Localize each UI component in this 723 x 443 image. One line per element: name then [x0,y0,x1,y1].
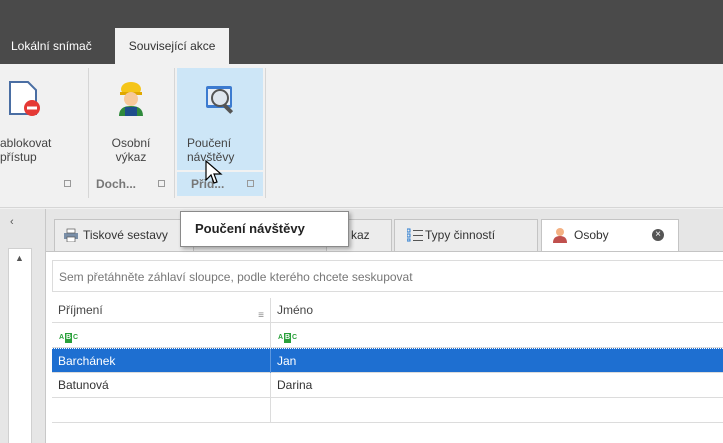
tab-tiskove-sestavy[interactable]: Tiskové sestavy [54,219,194,251]
tab-osoby[interactable]: Osoby × [541,219,679,251]
filter-row: ABC ABC [52,323,723,348]
table-row[interactable] [52,398,723,423]
person-icon [553,228,567,243]
cell-surname[interactable]: Barchánek [52,349,271,374]
group-by-panel[interactable]: Sem přetáhněte záhlaví sloupce, podle kt… [52,260,723,292]
document-tabs: Tiskové sestavy kaz Typy činností Osoby … [46,209,723,251]
table-row[interactable]: Batunová Darina [52,373,723,398]
visit-instruction-label: Poučení návštěvy [187,136,235,164]
filter-cell-jmeno[interactable]: ABC [271,323,723,348]
worker-icon [119,82,143,116]
tab-lokalni-snimac[interactable]: Lokální snímač [0,28,103,64]
tab-souvisejici-akce[interactable]: Související akce [114,28,230,64]
data-grid: Sem přetáhněte záhlaví sloupce, podle kt… [46,251,723,443]
printer-icon [64,228,78,242]
dialog-launcher-icon[interactable] [247,180,254,187]
block-document-icon [9,81,40,116]
filter-cell-prijmeni[interactable]: ABC [52,323,271,348]
close-icon[interactable]: × [652,229,664,241]
tooltip: Poučení návštěvy [180,211,349,247]
left-panel: ‹ ▲ [0,209,46,443]
list-icon [407,228,423,242]
ribbon-panel: ablokovat přístup Osobní výkaz Poučení n… [0,64,723,208]
personal-report-label: Osobní výkaz [111,136,151,164]
personal-report-button[interactable]: Osobní výkaz [96,68,166,170]
tab-label: Tiskové sestavy [83,228,168,242]
table-row[interactable]: Barchánek Jan [52,348,723,374]
triangle-up-icon[interactable]: ▲ [15,253,24,263]
column-header-prijmeni[interactable]: Příjmení ≡ [52,298,271,323]
group-separator [174,68,175,198]
abc-filter-icon[interactable]: ABC [58,333,79,343]
cell-surname[interactable]: Batunová [52,373,271,398]
abc-filter-icon[interactable]: ABC [277,333,298,343]
side-scroll[interactable]: ▲ [8,248,32,443]
header-row: Příjmení ≡ Jméno [52,298,723,323]
cell-name[interactable]: Darina [271,373,723,398]
dialog-launcher-icon[interactable] [158,180,165,187]
block-access-label: ablokovat přístup [0,136,52,164]
mouse-cursor-icon [205,160,223,184]
visit-instruction-button[interactable]: Poučení návštěvy [177,68,263,170]
tab-label: Typy činností [425,228,496,242]
cell-name[interactable]: Jan [271,349,723,374]
cell-surname[interactable] [52,398,271,423]
column-header-label: Příjmení [58,303,103,317]
group-separator [88,68,89,198]
column-header-jmeno[interactable]: Jméno [271,298,723,323]
chevron-left-icon[interactable]: ‹ [10,216,14,228]
sort-icon[interactable]: ≡ [258,304,264,323]
visit-instruction-icon [206,86,234,114]
dialog-launcher-icon [64,180,71,187]
group-dochazka: Doch... [90,172,174,196]
ribbon-tabs: Lokální snímač Související akce [0,28,230,64]
cell-name[interactable] [271,398,723,423]
tab-label: kaz [351,228,370,242]
group-label-dochazka: Doch... [96,177,137,191]
group-separator [265,68,266,198]
group-launcher-0[interactable] [60,172,80,196]
block-access-button[interactable]: ablokovat přístup [0,68,68,170]
tab-typy-cinnosti[interactable]: Typy činností [394,219,538,251]
tab-label: Osoby [574,228,609,242]
